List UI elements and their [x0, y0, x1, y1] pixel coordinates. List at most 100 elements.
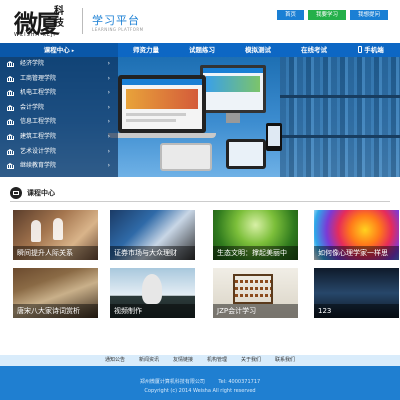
course-card[interactable]: 如何像心理学家一样思 [314, 210, 399, 260]
chevron-right-icon: › [107, 60, 110, 67]
person-figure [31, 220, 41, 242]
phone-image [266, 123, 282, 151]
footer-link-contact[interactable]: 联系我们 [275, 355, 295, 366]
footer-company-line: 郑州微厦计算机科技有限公司 Tel: 4000371717 [0, 378, 400, 385]
logo-sub-text: WEISHA KEJI [14, 32, 56, 38]
laptop-base [108, 133, 216, 138]
nav-item-label: 课程中心 [43, 46, 70, 54]
study-button[interactable]: 我要学习 [307, 10, 346, 20]
building-icon [7, 133, 14, 140]
header: 微厦 科技 WEISHA KEJI 学习平台 LEARNING PLATFORM… [0, 0, 400, 42]
chevron-right-icon: › [107, 162, 110, 170]
course-title: 瞬间提升人际关系 [13, 246, 98, 260]
suggest-button[interactable]: 我想提问 [349, 10, 388, 20]
section-title: 课程中心 [27, 189, 55, 197]
sidebar-item-business[interactable]: 工商管理学院 › [0, 72, 118, 87]
sidebar-item-mechanical[interactable]: 机电工程学院 › [0, 86, 118, 101]
sidebar-item-architecture[interactable]: 建筑工程学院 › [0, 130, 118, 145]
nav-item-label: 手机端 [364, 46, 384, 54]
brand-title: 学习平台 [92, 14, 140, 27]
nav-item-mock-test[interactable]: 模拟测试 [230, 43, 286, 57]
phone-icon [358, 46, 363, 53]
sidebar-item-label: 工商管理学院 [20, 74, 57, 82]
building-icon [7, 90, 14, 97]
chevron-right-icon: › [107, 147, 110, 155]
sidebar-item-label: 建筑工程学院 [20, 132, 57, 140]
company-tel: Tel: 4000371717 [218, 379, 261, 385]
course-grid: 瞬间提升人际关系 证券市场与大众理财 生态文明：撑起美丽中 如何像心理学家一样思… [13, 210, 399, 350]
building-icon [7, 119, 14, 126]
nav-item-mobile[interactable]: 手机端 [342, 43, 400, 57]
course-card[interactable]: 唐宋八大家诗词赏析 [13, 268, 98, 318]
sidebar-item-label: 会计学院 [20, 103, 45, 111]
bookshelf-image [280, 57, 400, 177]
footer: 郑州微厦计算机科技有限公司 Tel: 4000371717 Copyright … [0, 366, 400, 400]
course-card[interactable]: 视频制作 [110, 268, 195, 318]
top-buttons: 首页 我要学习 我想提问 [276, 10, 388, 20]
building-icon [7, 163, 14, 170]
college-menu: 经济学院 › 工商管理学院 › 机电工程学院 › 会计学院 › 信息工程学院 ›… [0, 57, 118, 177]
sidebar-item-continuing-ed[interactable]: 继续教育学院 › [0, 159, 118, 174]
shelf-line [280, 95, 400, 98]
nav-item-online-exam[interactable]: 在线考试 [286, 43, 342, 57]
cat-figure [142, 274, 162, 304]
footer-link-about[interactable]: 关于我们 [241, 355, 261, 366]
sidebar-item-information[interactable]: 信息工程学院 › [0, 115, 118, 130]
course-card[interactable]: 瞬间提升人际关系 [13, 210, 98, 260]
building-icon [7, 61, 14, 67]
chevron-right-icon: › [107, 132, 110, 140]
laptop-image [118, 75, 206, 133]
sidebar-item-art-design[interactable]: 艺术设计学院 › [0, 145, 118, 160]
sidebar-item-accounting[interactable]: 会计学院 › [0, 101, 118, 116]
course-card[interactable]: 证券市场与大众理财 [110, 210, 195, 260]
home-button[interactable]: 首页 [276, 10, 304, 20]
course-title: 生态文明：撑起美丽中 [213, 246, 298, 260]
nav-item-course-center[interactable]: 课程中心 ▸ [0, 43, 118, 57]
sidebar-item-economics[interactable]: 经济学院 › [0, 57, 118, 72]
course-section-header: 课程中心 [10, 186, 390, 202]
logo-side-text: 科技 [54, 6, 64, 29]
monitor-image [200, 65, 266, 113]
tablet-flat-image [160, 143, 212, 171]
logo[interactable]: 微厦 科技 WEISHA KEJI [14, 4, 76, 38]
brand-divider [82, 8, 83, 34]
chevron-right-icon: › [107, 118, 110, 126]
nav-arrow-icon: ▸ [71, 48, 75, 54]
course-card[interactable]: 123 [314, 268, 399, 318]
shelf-line [280, 135, 400, 138]
course-title: 123 [314, 304, 399, 318]
chevron-right-icon: › [107, 103, 110, 111]
course-title: 唐宋八大家诗词赏析 [13, 304, 98, 318]
nav-item-practice[interactable]: 试题练习 [174, 43, 230, 57]
company-name: 郑州微厦计算机科技有限公司 [139, 379, 205, 385]
course-title: JZP会计学习 [213, 304, 298, 318]
building-icon [7, 148, 14, 155]
footer-link-friends[interactable]: 友情链接 [173, 355, 193, 366]
footer-link-org[interactable]: 机构管理 [207, 355, 227, 366]
sidebar-item-label: 信息工程学院 [20, 118, 57, 126]
course-title: 如何像心理学家一样思 [314, 246, 399, 260]
tablet-image [226, 139, 266, 169]
footer-copyright: Copyright (c) 2014 Weisha All right rese… [144, 388, 256, 394]
person-figure [53, 218, 63, 240]
course-title: 视频制作 [110, 304, 195, 318]
sidebar-item-label: 机电工程学院 [20, 89, 57, 97]
brand-subtitle: LEARNING PLATFORM [92, 27, 144, 32]
chevron-right-icon: › [107, 74, 110, 82]
course-title: 证券市场与大众理财 [110, 246, 195, 260]
monitor-stand [226, 113, 240, 123]
nav-item-teachers[interactable]: 师资力量 [118, 43, 174, 57]
sidebar-item-label: 继续教育学院 [20, 162, 57, 170]
sidebar-item-label: 经济学院 [20, 60, 45, 67]
footer-links: 通知公告 新闻资讯 友情链接 机构管理 关于我们 联系我们 [0, 355, 400, 366]
book-icon [10, 187, 22, 199]
course-card[interactable]: 生态文明：撑起美丽中 [213, 210, 298, 260]
main-nav: 课程中心 ▸ 师资力量 试题练习 模拟测试 在线考试 手机端 [0, 43, 400, 57]
building-icon [7, 75, 14, 82]
footer-link-news[interactable]: 新闻资讯 [139, 355, 159, 366]
course-card[interactable]: JZP会计学习 [213, 268, 298, 318]
building-icon [7, 104, 14, 111]
abacus-image [233, 274, 273, 304]
footer-link-notice[interactable]: 通知公告 [105, 355, 125, 366]
sidebar-item-label: 艺术设计学院 [20, 147, 57, 155]
